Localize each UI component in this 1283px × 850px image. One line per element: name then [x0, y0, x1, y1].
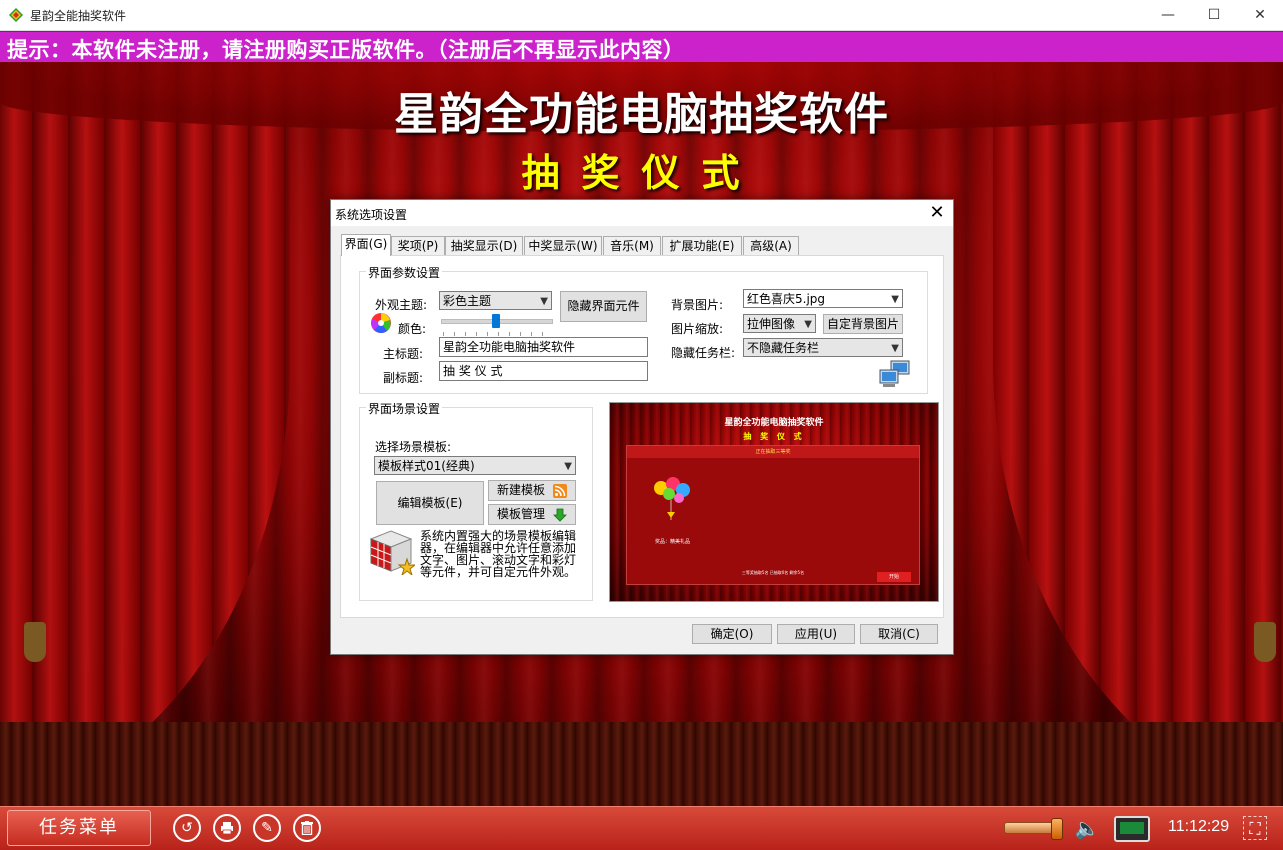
rss-feed-icon — [553, 484, 567, 498]
scene-description: 系统内置强大的场景模板编辑器，在编辑器中允许任意添加文字、图片、滚动文字和彩灯等… — [420, 529, 577, 579]
preview-prize: 奖品：精美礼品 — [655, 539, 691, 545]
color-slider-thumb[interactable] — [492, 314, 500, 328]
preview-start-button: 开始 — [877, 572, 911, 582]
template-select[interactable]: 模板样式01(经典) ▼ — [374, 456, 576, 475]
dialog-title-bar: 系统选项设置 ✕ — [331, 200, 953, 226]
chevron-down-icon: ▼ — [891, 343, 899, 354]
interface-tab-panel: 界面参数设置 外观主题: 彩色主题 ▼ 颜色: 隐藏界面元件 主标题: 星韵全功… — [340, 255, 944, 618]
tab-interface[interactable]: 界面(G) — [341, 234, 391, 256]
clock: 11:12:29 — [1168, 818, 1230, 835]
preview-draw-panel: 正在抽取三等奖 奖品：精美礼品 三等奖抽取5名 已抽取0名 剩余5名 开始 — [626, 445, 920, 585]
tab-winner-display[interactable]: 中奖显示(W) — [524, 236, 602, 255]
maximize-button[interactable]: ☐ — [1191, 0, 1237, 30]
stage-main-title: 星韵全功能电脑抽奖软件 — [394, 89, 889, 140]
hide-taskbar-select[interactable]: 不隐藏任务栏 ▼ — [743, 338, 903, 357]
hide-taskbar-label: 隐藏任务栏: — [671, 346, 736, 360]
chevron-down-icon: ▼ — [891, 294, 899, 305]
chevron-down-icon: ▼ — [804, 319, 812, 330]
green-down-arrow-icon — [553, 508, 567, 522]
tab-draw-display[interactable]: 抽奖显示(D) — [445, 236, 523, 255]
notice-text: 提示：本软件未注册，请注册购买正版软件。（注册后不再显示此内容） — [7, 38, 685, 62]
volume-slider-knob[interactable] — [1051, 818, 1063, 840]
preview-footer: 三等奖抽取5名 已抽取0名 剩余5名 — [741, 570, 805, 575]
tab-prizes[interactable]: 奖项(P) — [391, 236, 445, 255]
cancel-button[interactable]: 取消(C) — [860, 624, 938, 644]
theme-select-value: 彩色主题 — [443, 294, 492, 308]
slider-ticks — [443, 332, 551, 336]
trash-glyph — [301, 821, 313, 836]
system-options-dialog: 系统选项设置 ✕ 界面(G) 奖项(P) 抽奖显示(D) 中奖显示(W) 音乐(… — [330, 199, 954, 655]
image-scale-select[interactable]: 拉伸图像 ▼ — [743, 314, 816, 333]
bg-image-select[interactable]: 红色喜庆5.jpg ▼ — [743, 289, 903, 308]
tab-extensions[interactable]: 扩展功能(E) — [662, 236, 742, 255]
chevron-down-icon: ▼ — [564, 461, 572, 472]
color-label: 颜色: — [398, 322, 427, 336]
fullscreen-icon[interactable]: ⛶ — [1243, 816, 1267, 840]
preview-status-bar: 正在抽取三等奖 — [627, 446, 919, 458]
minimize-button[interactable]: — — [1145, 0, 1191, 30]
image-scale-label: 图片缩放: — [671, 322, 724, 336]
interface-params-group: 界面参数设置 外观主题: 彩色主题 ▼ 颜色: 隐藏界面元件 主标题: 星韵全功… — [359, 264, 928, 394]
image-scale-value: 拉伸图像 — [747, 317, 796, 331]
manage-template-button[interactable]: 模板管理 — [488, 504, 576, 525]
bg-image-value: 红色喜庆5.jpg — [747, 292, 826, 306]
manage-template-label: 模板管理 — [497, 507, 546, 521]
close-button[interactable]: ✕ — [1237, 0, 1283, 30]
new-template-button[interactable]: 新建模板 — [488, 480, 576, 501]
screen-display-icon[interactable] — [1114, 816, 1150, 842]
preview-subtitle: 抽 奖 仪 式 — [743, 432, 805, 441]
main-title-input[interactable]: 星韵全功能电脑抽奖软件 — [439, 337, 648, 357]
tab-advanced[interactable]: 高级(A) — [743, 236, 799, 255]
color-wheel-icon — [371, 313, 391, 333]
sub-title-label: 副标题: — [383, 371, 424, 385]
window-title: 星韵全能抽奖软件 — [30, 9, 127, 23]
main-title-label: 主标题: — [383, 347, 424, 361]
tab-music[interactable]: 音乐(M) — [603, 236, 661, 255]
hide-elements-button[interactable]: 隐藏界面元件 — [560, 291, 647, 322]
template-label: 选择场景模板: — [375, 440, 452, 454]
app-logo-icon — [9, 8, 23, 22]
edit-icon[interactable]: ✎ — [253, 814, 281, 842]
right-tassel — [1254, 622, 1276, 662]
left-tassel — [24, 622, 46, 662]
bottom-taskbar: 任务菜单 ↺ ✎ 🔈 11:12:29 ⛶ — [0, 806, 1283, 850]
template-select-value: 模板样式01(经典) — [378, 459, 475, 473]
volume-slider-track[interactable] — [1004, 822, 1058, 834]
computer-network-icon — [879, 360, 910, 387]
new-template-label: 新建模板 — [497, 483, 546, 497]
task-menu-button[interactable]: 任务菜单 — [7, 810, 151, 846]
sub-title-input[interactable]: 抽 奖 仪 式 — [439, 361, 648, 381]
theme-label: 外观主题: — [375, 298, 428, 312]
undo-icon[interactable]: ↺ — [173, 814, 201, 842]
bg-image-label: 背景图片: — [671, 298, 724, 312]
dialog-title: 系统选项设置 — [335, 208, 408, 222]
apply-button[interactable]: 应用(U) — [777, 624, 855, 644]
stage-subtitle: 抽奖仪式 — [521, 151, 762, 195]
custom-bg-button[interactable]: 自定背景图片 — [823, 314, 903, 334]
scene-preview: 星韵全功能电脑抽奖软件 抽 奖 仪 式 正在抽取三等奖 奖品：精美礼品 三等奖抽… — [609, 402, 939, 602]
stage-floor — [0, 722, 1283, 806]
interface-params-legend: 界面参数设置 — [366, 264, 443, 281]
trash-icon[interactable] — [293, 814, 321, 842]
speaker-icon[interactable]: 🔈 — [1072, 816, 1102, 842]
preview-title: 星韵全功能电脑抽奖软件 — [724, 418, 824, 428]
scene-settings-group: 界面场景设置 选择场景模板: 模板样式01(经典) ▼ 编辑模板(E) 新建模板… — [359, 400, 593, 601]
window-title-bar: 星韵全能抽奖软件 — ☐ ✕ — [0, 0, 1283, 31]
dialog-close-button[interactable]: ✕ — [927, 202, 947, 223]
theme-select[interactable]: 彩色主题 ▼ — [439, 291, 552, 310]
scene-settings-legend: 界面场景设置 — [366, 400, 443, 417]
print-icon[interactable] — [213, 814, 241, 842]
printer-glyph — [221, 822, 233, 835]
cube-editor-icon — [369, 530, 415, 575]
ok-button[interactable]: 确定(O) — [692, 624, 772, 644]
hide-taskbar-value: 不隐藏任务栏 — [747, 341, 820, 355]
registration-notice: 提示：本软件未注册，请注册购买正版软件。（注册后不再显示此内容） — [0, 31, 1283, 63]
chevron-down-icon: ▼ — [540, 296, 548, 307]
edit-template-button[interactable]: 编辑模板(E) — [376, 481, 484, 525]
balloons-icon — [654, 477, 690, 520]
